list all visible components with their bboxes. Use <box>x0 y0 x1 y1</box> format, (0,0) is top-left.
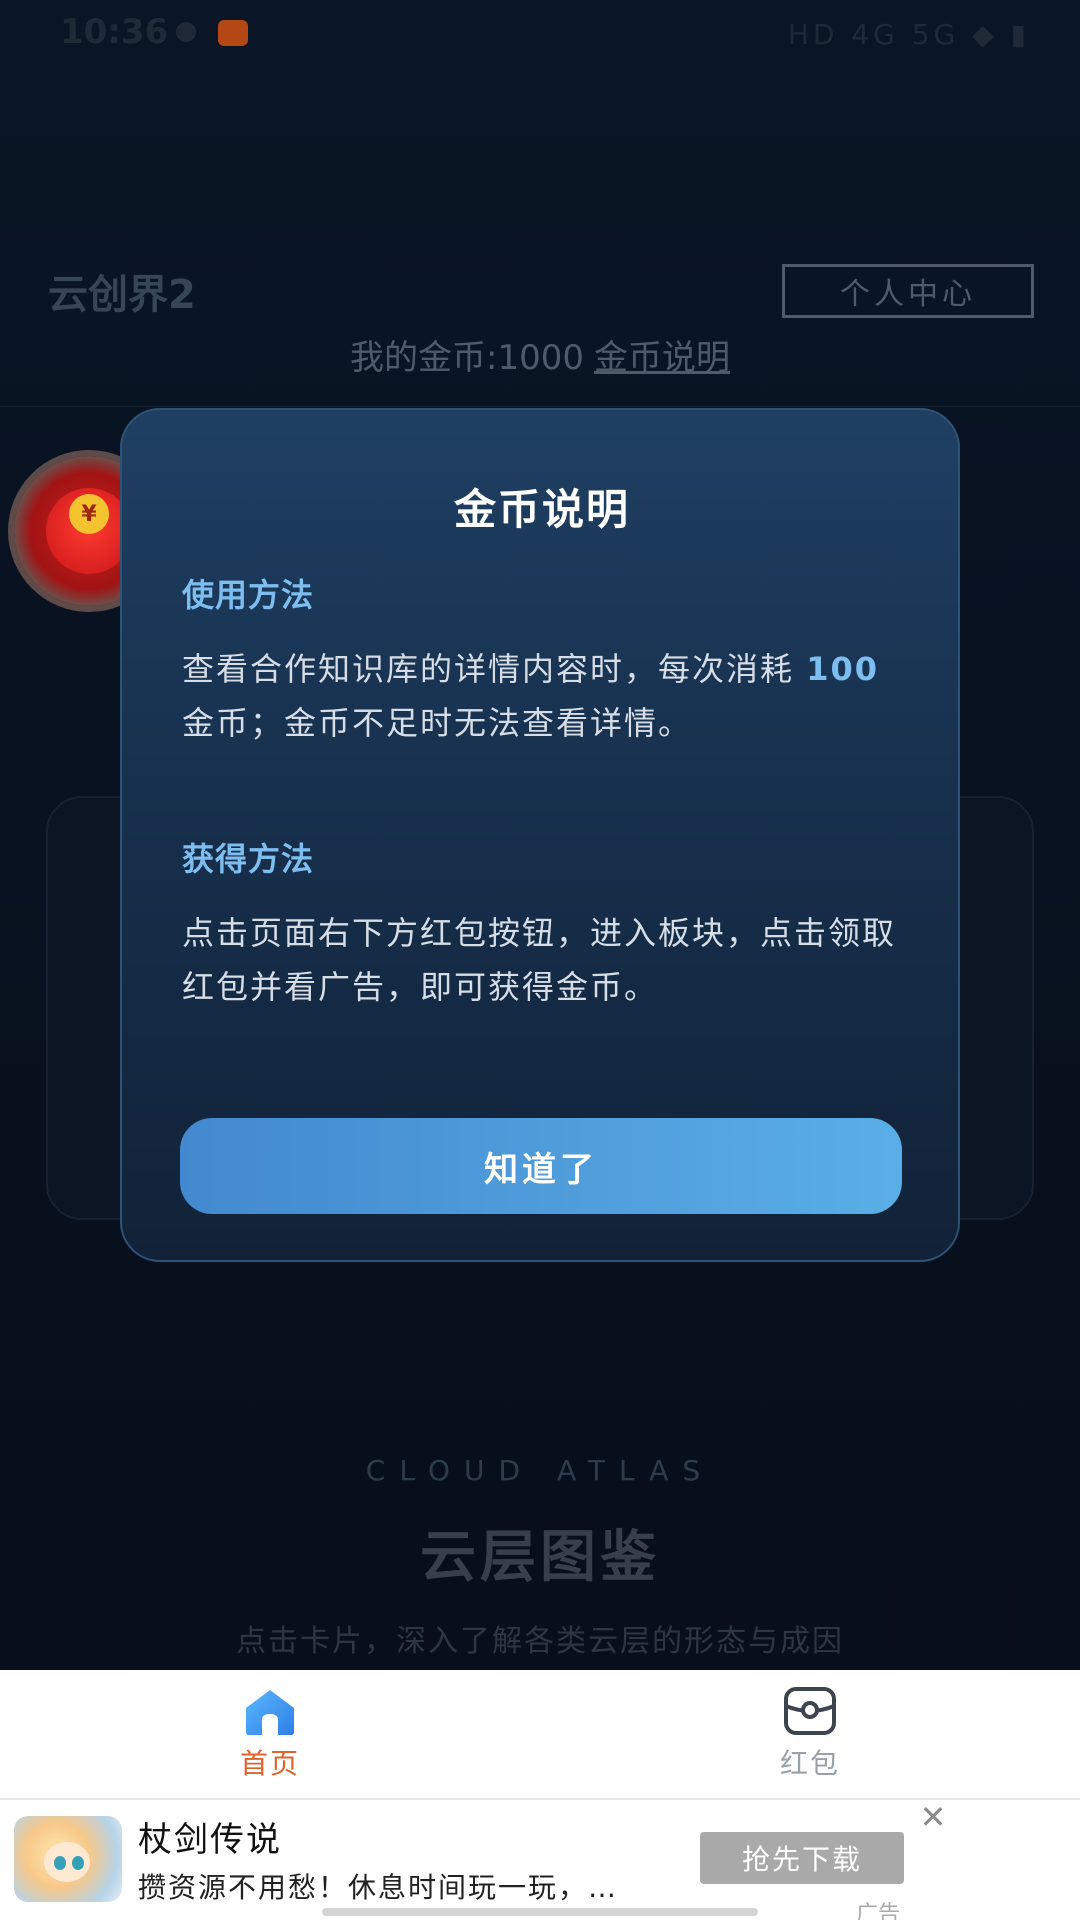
dialog-title: 金币说明 <box>453 485 630 534</box>
tab-home[interactable]: 首页 <box>170 1670 370 1798</box>
ad-download-button[interactable]: 抢先下载 <box>700 1832 904 1884</box>
tab-red-packet[interactable]: 红包 <box>710 1670 910 1798</box>
usage-text-post: 金币；金币不足时无法查看详情。 <box>182 704 693 742</box>
earn-text: 点击页面右下方红包按钮，进入板块，点击领取红包并看广告，即可获得金币。 <box>182 914 897 1006</box>
ad-label: 广告 <box>856 1902 901 1920</box>
app-screen: 10:36 HD 4G 5G ◆ ▮ 云创界2 个人中心 我的金币:1000 金币… <box>0 0 1080 1920</box>
got-it-button[interactable]: 知道了 <box>180 1118 902 1214</box>
bottom-tab-bar: 首页 红包 <box>0 1670 1080 1798</box>
ad-thumbnail-eye <box>54 1856 66 1870</box>
ad-banner[interactable]: 杖剑传说 攒资源不用愁！休息时间玩一玩，… 抢先下载 ✕ 广告 <box>0 1798 1080 1920</box>
coin-info-dialog: 金币说明 使用方法 查看合作知识库的详情内容时，每次消耗 100 金币；金币不足… <box>120 408 960 1262</box>
ad-description: 攒资源不用愁！休息时间玩一玩，… <box>138 1871 619 1904</box>
home-icon <box>246 1690 294 1735</box>
usage-cost: 100 <box>806 650 879 688</box>
usage-heading: 使用方法 <box>182 576 315 614</box>
earn-heading: 获得方法 <box>182 840 315 878</box>
tab-home-label: 首页 <box>239 1747 300 1780</box>
usage-text: 查看合作知识库的详情内容时，每次消耗 100 金币；金币不足时无法查看详情。 <box>182 642 902 750</box>
ad-title: 杖剑传说 <box>138 1820 282 1860</box>
ad-thumbnail <box>14 1816 122 1902</box>
home-indicator[interactable] <box>322 1908 758 1916</box>
ad-thumbnail-eye <box>72 1856 84 1870</box>
red-packet-icon <box>784 1687 836 1735</box>
tab-red-packet-label: 红包 <box>779 1747 840 1780</box>
yuan-coin-icon: ¥ <box>69 494 109 534</box>
close-icon[interactable]: ✕ <box>916 1800 950 1834</box>
usage-text-pre: 查看合作知识库的详情内容时，每次消耗 <box>182 650 807 688</box>
